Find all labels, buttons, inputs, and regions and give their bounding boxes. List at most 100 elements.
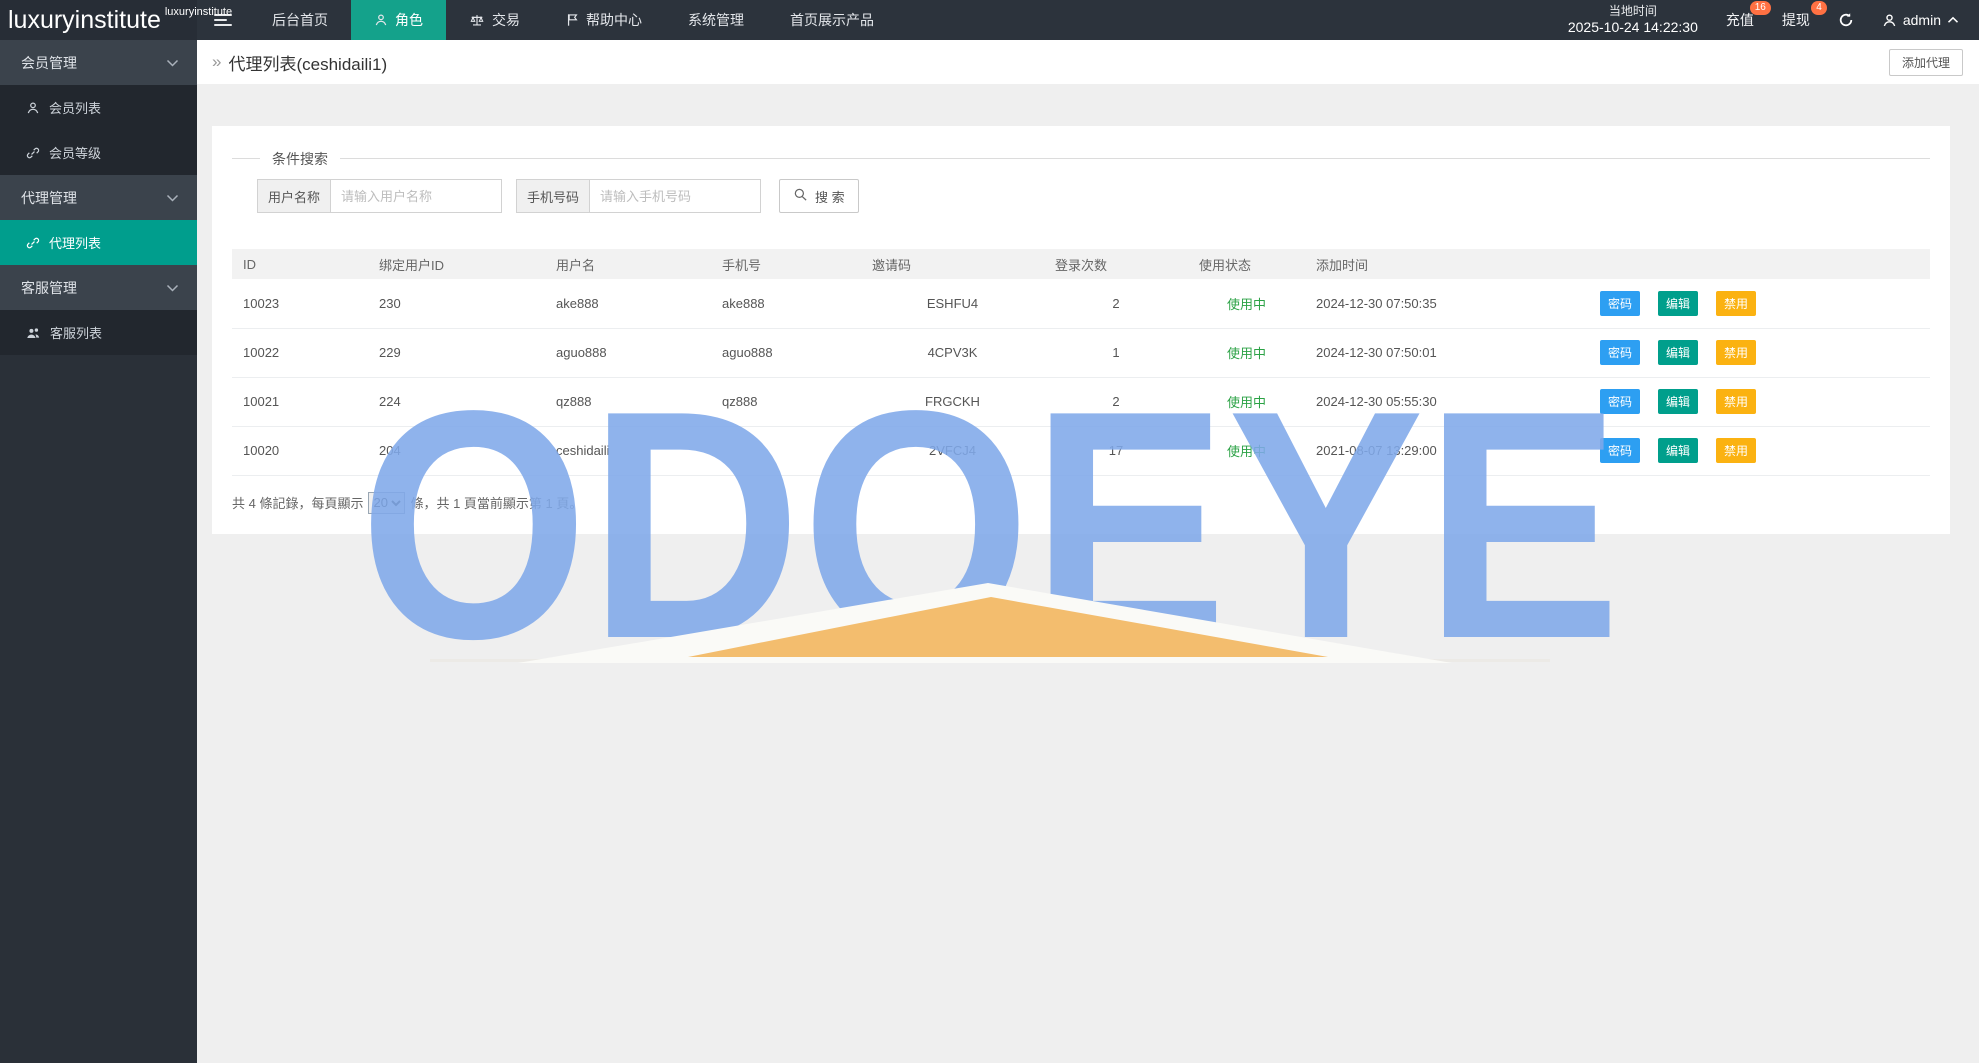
row-actions: 密码 编辑 禁用 <box>1600 279 1930 329</box>
cell-login_count: 2 <box>1044 377 1188 427</box>
phone-field-label: 手机号码 <box>516 179 590 213</box>
table-row: 10020 204 ceshidaili 2VFCJ4 17 使用中 2021-08-07 … <box>232 426 1930 476</box>
cell-username: ceshidaili <box>545 426 711 476</box>
column-header: ID <box>232 249 368 279</box>
table-row: 10022 229 aguo888 aguo888 4CPV3K 1 使用中 2024-12-… <box>232 328 1930 378</box>
nav-item-3[interactable]: 交易 <box>446 0 543 40</box>
phone-input[interactable] <box>589 179 762 213</box>
nav-item-label: 后台首页 <box>272 12 328 28</box>
withdraw-badge: 4 <box>1811 1 1827 15</box>
chevron-up-icon <box>1947 16 1959 23</box>
disable-button[interactable]: 禁用 <box>1716 290 1756 316</box>
column-header: 用户名 <box>545 249 711 279</box>
cell-login_count: 17 <box>1044 426 1188 476</box>
nav-item-1[interactable]: 后台首页 <box>249 0 351 40</box>
cell-phone: qz888 <box>711 377 861 427</box>
pagination-suffix: 條，共 1 頁當前顯示第 1 頁。 <box>410 496 583 511</box>
sidebar-label: 代理管理 <box>21 189 77 206</box>
sidebar-label: 会员列表 <box>49 101 102 116</box>
nav-item-2[interactable]: 角色 <box>351 0 446 40</box>
edit-button[interactable]: 编辑 <box>1658 290 1698 316</box>
cell-bind_user_id: 230 <box>368 279 545 329</box>
search-button[interactable]: 搜 索 <box>779 179 859 213</box>
navbar-right: 当地时间 2025-10-24 14:22:30 充值 16 提现 4 admi… <box>1568 0 1979 40</box>
cell-bind_user_id: 204 <box>368 426 545 476</box>
link-icon <box>26 146 40 160</box>
sidebar-item-3[interactable]: 会员等级 <box>0 130 197 175</box>
pagination: 共 4 條記錄，每頁顯示 20 條，共 1 頁當前顯示第 1 頁。 <box>232 491 1930 514</box>
withdraw-link[interactable]: 提现 4 <box>1782 1 1827 30</box>
cell-login_count: 1 <box>1044 328 1188 378</box>
nav-item-label: 角色 <box>395 12 423 28</box>
column-header: 邀请码 <box>861 249 1044 279</box>
disable-button[interactable]: 禁用 <box>1716 389 1756 414</box>
cell-invite_code: 4CPV3K <box>861 328 1044 378</box>
password-button[interactable]: 密码 <box>1600 340 1640 365</box>
disable-button[interactable]: 禁用 <box>1716 340 1756 365</box>
sidebar-group-1[interactable]: 会员管理 <box>0 40 197 85</box>
cell-added_time: 2021-08-07 13:29:00 <box>1305 426 1600 476</box>
person-icon <box>374 13 388 27</box>
row-actions: 密码 编辑 禁用 <box>1600 426 1930 476</box>
people-icon <box>26 326 41 340</box>
page-size-select[interactable]: 20 <box>368 491 406 514</box>
local-time-value: 2025-10-24 14:22:30 <box>1567 18 1698 35</box>
recharge-badge: 16 <box>1749 1 1771 15</box>
cell-bind_user_id: 229 <box>368 328 545 378</box>
disable-button[interactable]: 禁用 <box>1716 438 1756 463</box>
sidebar-label: 代理列表 <box>49 236 102 251</box>
user-icon <box>1883 13 1896 26</box>
content-card: 条件搜索 用户名称 手机号码 搜 索 ID绑定用户ID用户名手机号邀请码登录次数使用… <box>212 126 1950 534</box>
add-agent-button[interactable]: 添加代理 <box>1888 49 1963 76</box>
breadcrumb-bar: » 代理列表(ceshidaili1) 添加代理 <box>197 40 1979 84</box>
cell-invite_code: ESHFU4 <box>861 279 1044 329</box>
row-actions: 密码 编辑 禁用 <box>1600 377 1930 427</box>
cell-login_count: 2 <box>1044 279 1188 329</box>
password-button[interactable]: 密码 <box>1600 389 1640 414</box>
search-legend: 条件搜索 <box>260 149 340 169</box>
cell-id: 10021 <box>232 377 368 427</box>
sidebar-group-6[interactable]: 客服管理 <box>0 265 197 310</box>
password-button[interactable]: 密码 <box>1600 290 1640 316</box>
cell-username: qz888 <box>545 377 711 427</box>
refresh-button[interactable] <box>1838 12 1854 28</box>
flag-icon <box>566 13 579 27</box>
sidebar-label: 会员等级 <box>49 146 102 161</box>
password-button[interactable]: 密码 <box>1600 438 1640 463</box>
sidebar-item-7[interactable]: 客服列表 <box>0 310 197 355</box>
column-header: 绑定用户ID <box>368 249 545 279</box>
recharge-link[interactable]: 充值 16 <box>1726 1 1771 30</box>
cell-status: 使用中 <box>1188 377 1305 427</box>
user-menu[interactable]: admin <box>1882 12 1959 28</box>
nav-item-6[interactable]: 首页展示产品 <box>767 0 897 40</box>
search-row: 用户名称 手机号码 搜 索 <box>232 179 1930 213</box>
column-header: 添加时间 <box>1305 249 1600 279</box>
nav-item-4[interactable]: 帮助中心 <box>543 0 665 40</box>
sidebar-label: 客服管理 <box>21 279 77 296</box>
username-field-group: 用户名称 <box>257 179 503 213</box>
column-header: 手机号 <box>711 249 861 279</box>
edit-button[interactable]: 编辑 <box>1658 438 1698 463</box>
link-icon <box>26 236 40 250</box>
edit-button[interactable]: 编辑 <box>1658 340 1698 365</box>
nav-item-label: 系统管理 <box>688 12 744 28</box>
username-input[interactable] <box>330 179 503 213</box>
page-title: 代理列表(ceshidaili1) <box>228 54 388 74</box>
cell-id: 10022 <box>232 328 368 378</box>
sidebar-item-2[interactable]: 会员列表 <box>0 85 197 130</box>
cell-added_time: 2024-12-30 05:55:30 <box>1305 377 1600 427</box>
chevron-down-icon <box>166 194 179 202</box>
chevron-down-icon <box>166 284 179 292</box>
edit-button[interactable]: 编辑 <box>1658 389 1698 414</box>
scales-icon <box>469 13 485 28</box>
sidebar-group-4[interactable]: 代理管理 <box>0 175 197 220</box>
main-content: » 代理列表(ceshidaili1) 添加代理 条件搜索 用户名称 手机号码 搜 … <box>197 40 1979 1063</box>
sidebar-item-5[interactable]: 代理列表 <box>0 220 197 265</box>
nav-item-5[interactable]: 系统管理 <box>665 0 767 40</box>
search-icon <box>793 187 808 205</box>
cell-added_time: 2024-12-30 07:50:35 <box>1305 279 1600 329</box>
cell-id: 10020 <box>232 426 368 476</box>
chevron-down-icon <box>166 59 179 67</box>
cell-invite_code: FRGCKH <box>861 377 1044 427</box>
cell-bind_user_id: 224 <box>368 377 545 427</box>
